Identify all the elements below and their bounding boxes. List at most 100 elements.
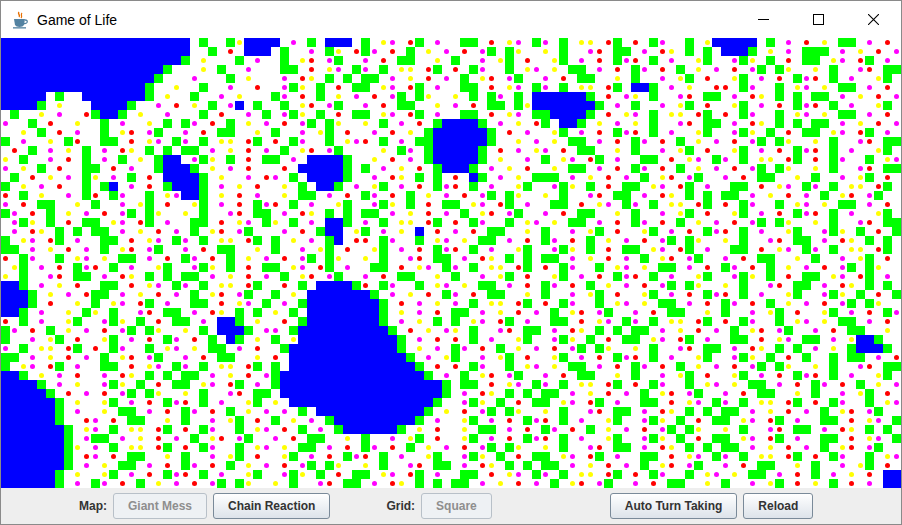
cell[interactable] <box>271 128 280 137</box>
cell[interactable] <box>55 65 64 74</box>
cell[interactable] <box>253 128 262 137</box>
cell[interactable] <box>109 74 118 83</box>
cell[interactable] <box>127 137 136 146</box>
cell[interactable] <box>874 155 883 164</box>
cell[interactable] <box>289 119 298 128</box>
cell[interactable] <box>262 101 271 110</box>
cell[interactable] <box>487 56 496 65</box>
cell[interactable] <box>343 101 352 110</box>
cell[interactable] <box>343 173 352 182</box>
cell[interactable] <box>721 47 730 56</box>
cell[interactable] <box>199 137 208 146</box>
cell[interactable] <box>856 119 865 128</box>
cell[interactable] <box>703 119 712 128</box>
cell[interactable] <box>739 74 748 83</box>
cell[interactable] <box>775 74 784 83</box>
cell[interactable] <box>586 137 595 146</box>
cell[interactable] <box>100 101 109 110</box>
cell[interactable] <box>802 146 811 155</box>
cell[interactable] <box>37 110 46 119</box>
cell[interactable] <box>541 146 550 155</box>
cell[interactable] <box>667 38 676 47</box>
cell[interactable] <box>523 56 532 65</box>
cell[interactable] <box>415 65 424 74</box>
cell[interactable] <box>541 65 550 74</box>
cell[interactable] <box>136 65 145 74</box>
cell[interactable] <box>316 101 325 110</box>
cell[interactable] <box>811 38 820 47</box>
cell[interactable] <box>316 137 325 146</box>
cell[interactable] <box>604 119 613 128</box>
cell[interactable] <box>271 137 280 146</box>
cell[interactable] <box>361 47 370 56</box>
cell[interactable] <box>199 155 208 164</box>
cell[interactable] <box>127 173 136 182</box>
cell[interactable] <box>793 146 802 155</box>
cell[interactable] <box>397 74 406 83</box>
cell[interactable] <box>757 164 766 173</box>
cell[interactable] <box>694 155 703 164</box>
cell[interactable] <box>235 101 244 110</box>
cell[interactable] <box>307 146 316 155</box>
cell[interactable] <box>469 164 478 173</box>
cell[interactable] <box>28 155 37 164</box>
cell[interactable] <box>226 38 235 47</box>
cell[interactable] <box>271 101 280 110</box>
cell[interactable] <box>433 83 442 92</box>
cell[interactable] <box>487 92 496 101</box>
cell[interactable] <box>316 173 325 182</box>
cell[interactable] <box>127 65 136 74</box>
cell[interactable] <box>460 128 469 137</box>
cell[interactable] <box>307 74 316 83</box>
cell[interactable] <box>451 92 460 101</box>
cell[interactable] <box>226 137 235 146</box>
cell[interactable] <box>433 38 442 47</box>
cell[interactable] <box>802 83 811 92</box>
cell[interactable] <box>523 92 532 101</box>
cell[interactable] <box>334 119 343 128</box>
cell[interactable] <box>208 92 217 101</box>
cell[interactable] <box>181 92 190 101</box>
cell[interactable] <box>289 38 298 47</box>
cell[interactable] <box>199 74 208 83</box>
cell[interactable] <box>262 83 271 92</box>
cell[interactable] <box>271 119 280 128</box>
cell[interactable] <box>370 74 379 83</box>
cell[interactable] <box>37 56 46 65</box>
cell[interactable] <box>1 38 10 47</box>
cell[interactable] <box>262 47 271 56</box>
cell[interactable] <box>433 128 442 137</box>
cell[interactable] <box>361 119 370 128</box>
cell[interactable] <box>64 38 73 47</box>
cell[interactable] <box>496 155 505 164</box>
cell[interactable] <box>496 38 505 47</box>
cell[interactable] <box>172 83 181 92</box>
cell[interactable] <box>514 119 523 128</box>
cell[interactable] <box>181 74 190 83</box>
cell[interactable] <box>109 128 118 137</box>
cell[interactable] <box>190 101 199 110</box>
cell[interactable] <box>64 164 73 173</box>
cell[interactable] <box>145 38 154 47</box>
cell[interactable] <box>370 65 379 74</box>
cell[interactable] <box>370 146 379 155</box>
cell[interactable] <box>829 110 838 119</box>
cell[interactable] <box>217 56 226 65</box>
cell[interactable] <box>847 38 856 47</box>
cell[interactable] <box>757 128 766 137</box>
cell[interactable] <box>694 47 703 56</box>
cell[interactable] <box>649 56 658 65</box>
cell[interactable] <box>838 47 847 56</box>
cell[interactable] <box>856 65 865 74</box>
cell[interactable] <box>775 47 784 56</box>
cell[interactable] <box>730 110 739 119</box>
cell[interactable] <box>271 164 280 173</box>
cell[interactable] <box>730 119 739 128</box>
cell[interactable] <box>424 92 433 101</box>
cell[interactable] <box>397 83 406 92</box>
cell[interactable] <box>100 128 109 137</box>
cell[interactable] <box>325 164 334 173</box>
cell[interactable] <box>631 146 640 155</box>
cell[interactable] <box>676 155 685 164</box>
cell[interactable] <box>595 164 604 173</box>
